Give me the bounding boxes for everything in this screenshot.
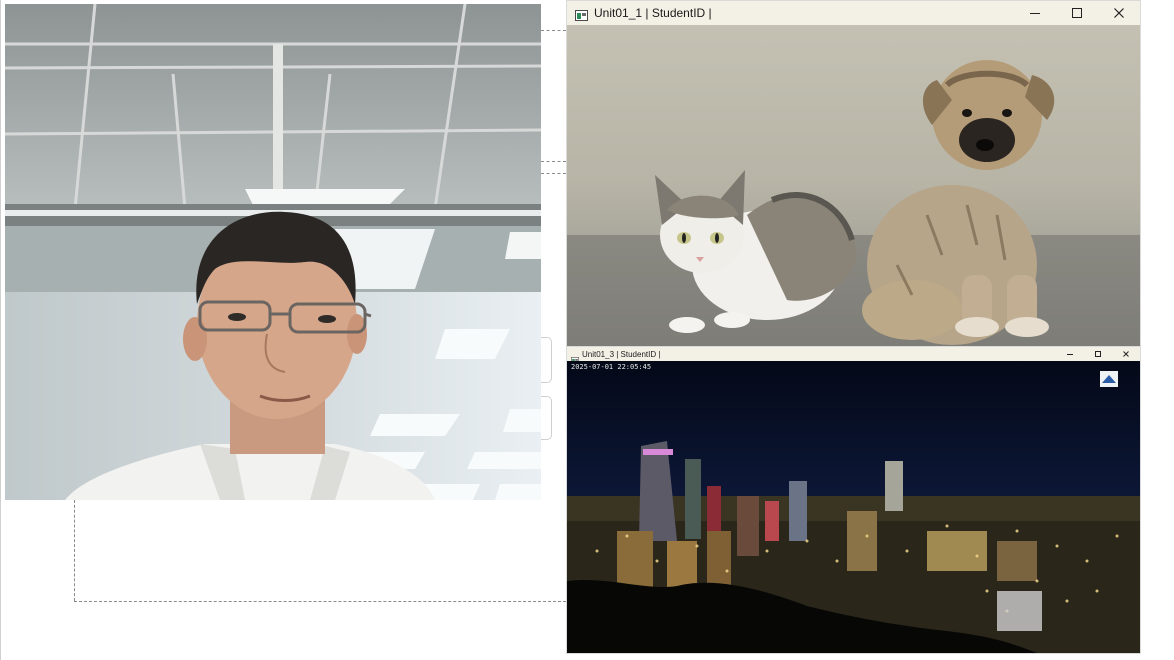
maximize-icon — [1095, 351, 1101, 357]
close-icon — [1123, 351, 1129, 357]
connector-line — [541, 161, 566, 162]
night-city-image — [567, 361, 1140, 653]
webcam-feed — [5, 4, 541, 500]
image-canvas — [567, 25, 1140, 347]
window-title: Unit01_1 | StudentID | — [594, 6, 712, 20]
window-title: Unit01_3 | StudentID | — [582, 349, 661, 359]
image-window-3[interactable]: Unit01_3 | StudentID | 2025-07-01 22:05:… — [566, 346, 1141, 654]
side-tab[interactable] — [541, 337, 552, 383]
close-button[interactable] — [1112, 347, 1140, 361]
app-window-icon — [571, 351, 579, 364]
maximize-button[interactable] — [1084, 347, 1112, 361]
image-canvas: 2025-07-01 22:05:45 — [567, 361, 1140, 653]
webcam-image — [5, 4, 541, 500]
minimize-button[interactable] — [1056, 347, 1084, 361]
title-bar[interactable]: Unit01_1 | StudentID | — [567, 1, 1140, 25]
maximize-button[interactable] — [1056, 1, 1098, 25]
timestamp-overlay: 2025-07-01 22:05:45 — [571, 363, 652, 371]
close-icon — [1114, 8, 1124, 18]
connector-line — [74, 500, 75, 601]
cat-dog-image — [567, 25, 1140, 347]
side-tab[interactable] — [541, 396, 552, 440]
minimize-button[interactable] — [1014, 1, 1056, 25]
close-button[interactable] — [1098, 1, 1140, 25]
left-border — [0, 0, 1, 660]
connector-line — [541, 173, 566, 174]
app-window-icon — [575, 8, 588, 21]
connector-line — [541, 30, 566, 31]
minimize-icon — [1067, 354, 1073, 355]
image-window-1[interactable]: Unit01_1 | StudentID | — [566, 0, 1141, 348]
connector-line — [74, 601, 566, 602]
title-bar[interactable]: Unit01_3 | StudentID | — [567, 347, 1140, 364]
logo-icon — [1100, 371, 1118, 387]
maximize-icon — [1072, 8, 1082, 18]
minimize-icon — [1030, 13, 1040, 14]
